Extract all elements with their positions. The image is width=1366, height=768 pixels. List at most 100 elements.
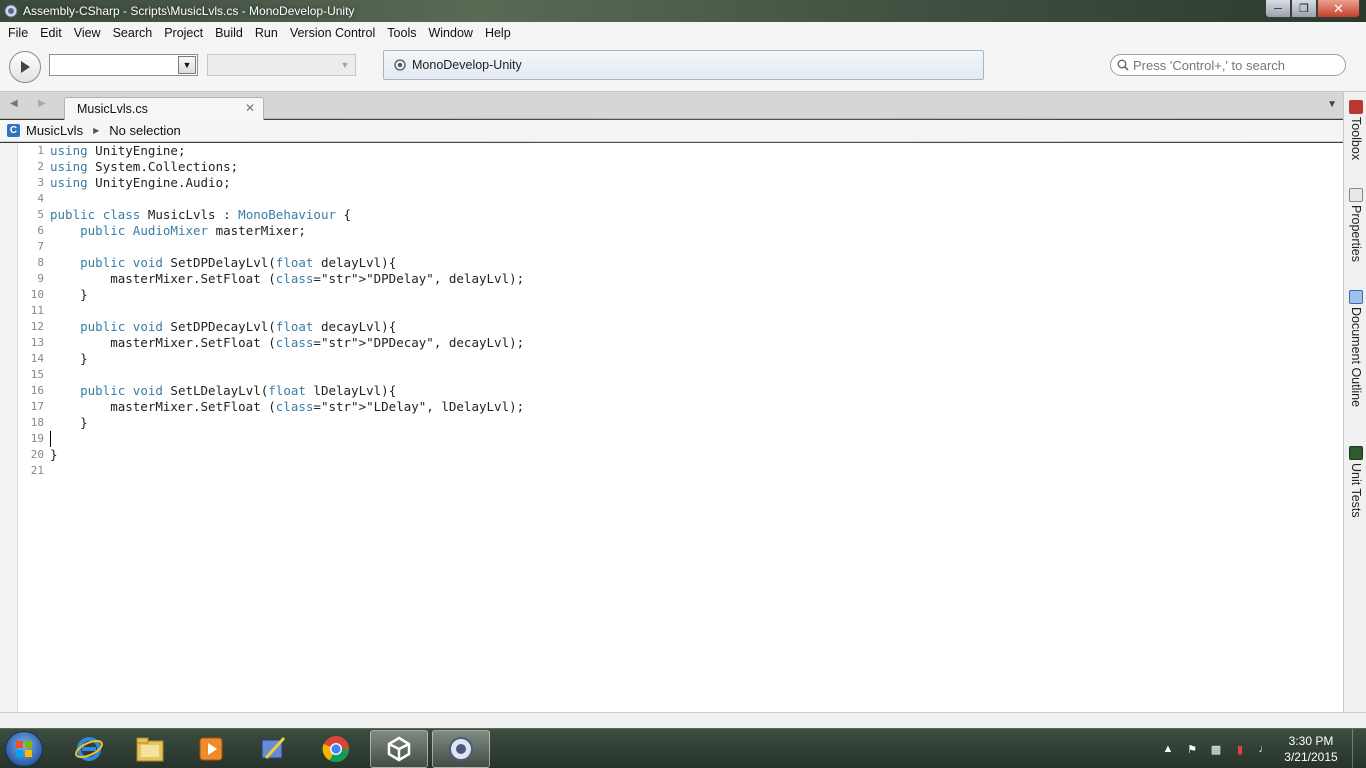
menu-search[interactable]: Search (107, 26, 159, 40)
status-area: MonoDevelop-Unity (383, 50, 984, 80)
line-number: 11 (30, 304, 44, 317)
line-text[interactable] (50, 239, 58, 255)
taskbar-chrome[interactable] (307, 730, 365, 768)
code-editor[interactable]: 1 using UnityEngine; 2 using System.Collect… (0, 143, 1343, 713)
line-text[interactable]: masterMixer.SetFloat (class="str">"LDela… (50, 399, 524, 415)
menu-bar: File Edit View Search Project Build Run … (0, 22, 1366, 44)
line-text[interactable]: masterMixer.SetFloat (class="str">"DPDec… (50, 335, 524, 351)
line-text[interactable]: public void SetDPDecayLvl(float decayLvl… (50, 319, 396, 335)
code-area[interactable]: 1 using UnityEngine; 2 using System.Collect… (18, 143, 1343, 479)
right-dock: Toolbox Properties Document Outline Unit… (1343, 92, 1366, 712)
code-line[interactable]: 7 (18, 239, 1343, 255)
code-line[interactable]: 9 masterMixer.SetFloat (class="str">"DPD… (18, 271, 1343, 287)
show-desktop-button[interactable] (1352, 729, 1366, 768)
line-text[interactable] (50, 303, 58, 319)
maximize-button[interactable]: ❐ (1291, 0, 1317, 18)
menu-tools[interactable]: Tools (381, 26, 422, 40)
line-text[interactable]: using System.Collections; (50, 159, 238, 175)
code-line[interactable]: 21 (18, 463, 1343, 479)
dock-properties[interactable]: Properties (1346, 188, 1366, 262)
code-line[interactable]: 12 public void SetDPDecayLvl(float decay… (18, 319, 1343, 335)
network-icon[interactable]: ▮ (1232, 741, 1248, 757)
dock-label: Document Outline (1349, 307, 1363, 408)
minimize-icon: ─ (1274, 2, 1282, 15)
code-line[interactable]: 13 masterMixer.SetFloat (class="str">"DP… (18, 335, 1343, 351)
minimize-button[interactable]: ─ (1265, 0, 1291, 18)
system-tray: ▲ ⚑ ▩ ▮ ♩ 3:30 PM 3/21/2015 (1156, 729, 1366, 768)
search-box[interactable] (1110, 54, 1346, 76)
code-line[interactable]: 3 using UnityEngine.Audio; (18, 175, 1343, 191)
code-line[interactable]: 4 (18, 191, 1343, 207)
code-line[interactable]: 14 } (18, 351, 1343, 367)
code-line[interactable]: 5 public class MusicLvls : MonoBehaviour … (18, 207, 1343, 223)
breadcrumb-member[interactable]: No selection (109, 123, 181, 138)
menu-version-control[interactable]: Version Control (284, 26, 381, 40)
menu-run[interactable]: Run (249, 26, 284, 40)
taskbar-file-explorer[interactable] (121, 730, 179, 768)
line-text[interactable]: using UnityEngine.Audio; (50, 175, 231, 191)
tab-list-icon[interactable]: ▼ (1327, 99, 1337, 110)
show-hidden-icons-icon[interactable]: ▲ (1160, 741, 1176, 757)
menu-edit[interactable]: Edit (34, 26, 68, 40)
code-line[interactable]: 17 masterMixer.SetFloat (class="str">"LD… (18, 399, 1343, 415)
line-text[interactable] (50, 191, 58, 207)
taskbar-internet-explorer[interactable] (60, 730, 118, 768)
code-line[interactable]: 16 public void SetLDelayLvl(float lDelay… (18, 383, 1343, 399)
menu-window[interactable]: Window (422, 26, 478, 40)
menu-project[interactable]: Project (158, 26, 209, 40)
code-line[interactable]: 11 (18, 303, 1343, 319)
volume-icon[interactable]: ♩ (1256, 741, 1272, 757)
chevron-down-icon[interactable]: ▼ (178, 56, 196, 74)
device-icon[interactable]: ▩ (1208, 741, 1224, 757)
code-line[interactable]: 8 public void SetDPDelayLvl(float delayL… (18, 255, 1343, 271)
code-line[interactable]: 10 } (18, 287, 1343, 303)
line-text[interactable]: public class MusicLvls : MonoBehaviour { (50, 207, 351, 223)
code-line[interactable]: 2 using System.Collections; (18, 159, 1343, 175)
menu-view[interactable]: View (68, 26, 107, 40)
line-text[interactable] (50, 431, 59, 447)
toolbox-icon (1349, 100, 1363, 114)
line-number: 18 (30, 416, 44, 429)
line-text[interactable]: public void SetLDelayLvl(float lDelayLvl… (50, 383, 396, 399)
menu-build[interactable]: Build (209, 26, 249, 40)
menu-help[interactable]: Help (479, 26, 517, 40)
start-button[interactable] (5, 731, 43, 767)
window-title: Assembly-CSharp - Scripts\MusicLvls.cs -… (23, 4, 355, 18)
line-number: 15 (30, 368, 44, 381)
dock-toolbox[interactable]: Toolbox (1346, 100, 1366, 160)
tab-back-icon[interactable]: ◀ (10, 98, 18, 109)
code-line[interactable]: 19 (18, 431, 1343, 447)
line-text[interactable]: } (50, 287, 88, 303)
code-line[interactable]: 15 (18, 367, 1343, 383)
line-text[interactable]: } (50, 351, 88, 367)
taskbar-paint-app[interactable] (244, 730, 302, 768)
line-text[interactable]: public void SetDPDelayLvl(float delayLvl… (50, 255, 396, 271)
search-input[interactable] (1133, 57, 1333, 73)
line-text[interactable] (50, 463, 58, 479)
line-text[interactable]: } (50, 415, 88, 431)
breadcrumb-class[interactable]: MusicLvls (26, 123, 83, 138)
tab-musiclvls[interactable]: MusicLvls.cs ✕ (64, 97, 264, 120)
line-text[interactable]: } (50, 447, 58, 463)
run-button[interactable] (9, 51, 41, 83)
dock-document-outline[interactable]: Document Outline (1346, 290, 1366, 407)
close-tab-icon[interactable]: ✕ (245, 101, 255, 115)
menu-file[interactable]: File (2, 26, 34, 40)
line-text[interactable]: using UnityEngine; (50, 143, 185, 159)
code-line[interactable]: 6 public AudioMixer masterMixer; (18, 223, 1343, 239)
tab-forward-icon[interactable]: ▶ (38, 98, 46, 109)
configuration-dropdown[interactable]: ▼ (49, 54, 198, 76)
line-text[interactable] (50, 367, 58, 383)
taskbar-monodevelop[interactable] (432, 730, 490, 768)
line-text[interactable]: public AudioMixer masterMixer; (50, 223, 306, 239)
taskbar-media-player[interactable] (182, 730, 240, 768)
dock-unit-tests[interactable]: Unit Tests (1346, 446, 1366, 518)
code-line[interactable]: 1 using UnityEngine; (18, 143, 1343, 159)
code-line[interactable]: 20} (18, 447, 1343, 463)
close-button[interactable]: ✕ (1317, 0, 1360, 18)
line-text[interactable]: masterMixer.SetFloat (class="str">"DPDel… (50, 271, 524, 287)
taskbar-unity[interactable] (370, 730, 428, 768)
code-line[interactable]: 18 } (18, 415, 1343, 431)
system-clock[interactable]: 3:30 PM 3/21/2015 (1276, 733, 1346, 765)
action-center-flag-icon[interactable]: ⚑ (1184, 741, 1200, 757)
